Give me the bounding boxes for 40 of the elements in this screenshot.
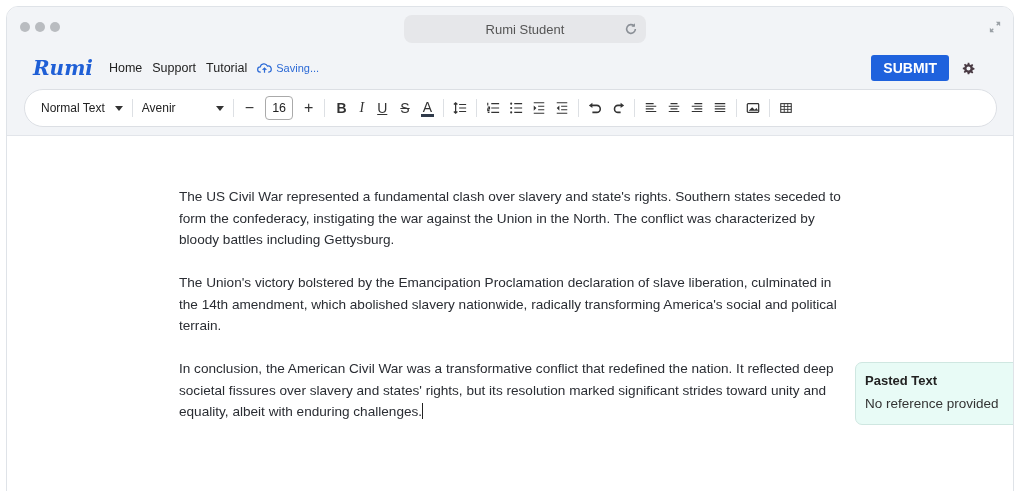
bold-button[interactable]: B [334,100,349,116]
align-left-icon[interactable] [644,101,658,115]
address-bar[interactable]: Rumi Student [404,15,646,43]
font-dropdown[interactable]: Avenir [141,101,224,115]
bullet-list-icon[interactable] [509,101,523,115]
paragraph: In conclusion, the American Civil War was a transformative conflict that redefined the nation. It reflected deep societal fissures over slavery and states' rights, but its resolution marked significant strides toward unity and equality, albeit with enduring challenges. [179,360,835,421]
outdent-icon[interactable] [555,101,569,115]
saving-status: Saving... [276,62,320,74]
align-center-icon[interactable] [667,101,681,115]
nav-link[interactable]: Support [152,61,197,75]
increase-size-button[interactable]: + [302,99,316,117]
image-icon[interactable] [746,101,760,115]
paragraph: The Union's victory bolstered by the Emancipation Proclamation declaration of slave liberation, culminated in the 14th amendment, which abolished slavery nationwide, radically transforming America's social and political terrain. [179,274,838,335]
cloud-upload-icon [257,62,273,74]
settings-icon[interactable] [962,61,975,75]
underline-button[interactable]: U [375,100,390,116]
font-size-field[interactable]: 16 [265,96,294,120]
indent-icon[interactable] [532,101,546,115]
note-text: No reference provided [865,396,1000,411]
paragraph: The US Civil War represented a fundamental clash over slavery and state's rights. Southern states seceded to form the confederacy, instigating the war against the Union in the North. The conflict was characterized by bloody battles including Gettysburg. [179,188,842,249]
justify-icon[interactable] [713,101,727,115]
table-icon[interactable] [779,101,793,115]
caret-icon [114,105,123,111]
note-title: Pasted Text [865,373,938,388]
color-button[interactable]: A [420,99,434,117]
italic-button[interactable]: I [357,100,367,116]
nav-link[interactable]: Tutorial [206,61,248,75]
text-style-dropdown[interactable]: Normal Text [41,101,123,115]
nav-link[interactable]: Home [108,61,143,75]
submit-button[interactable]: SUBMIT [871,55,949,81]
reload-icon[interactable] [624,22,638,36]
align-right-icon[interactable] [690,101,704,115]
caret-icon [215,105,224,111]
redo-icon[interactable] [611,101,625,115]
line-spacing-icon[interactable] [453,101,467,115]
undo-icon[interactable] [588,101,602,115]
strike-button[interactable]: S [398,100,412,116]
decrease-size-button[interactable]: − [242,99,257,117]
logo[interactable]: Rumi [33,56,93,80]
numbered-list-icon[interactable] [486,101,500,115]
